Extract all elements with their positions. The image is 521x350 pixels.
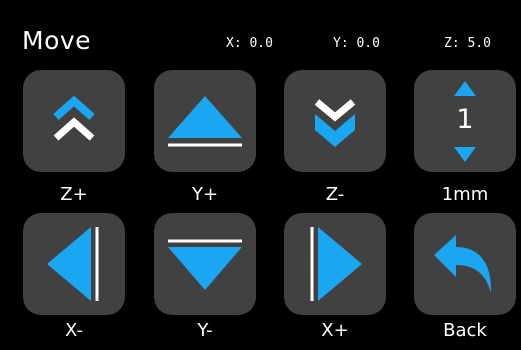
y-minus-button[interactable] [154,213,256,315]
back-label: Back [443,320,487,341]
x-plus-button[interactable] [284,213,386,315]
y-minus-label: Y- [197,320,213,341]
x-minus-label: X- [65,320,83,341]
triangle-left-icon [47,227,99,301]
y-plus-label: Y+ [191,184,219,205]
z-minus-label: Z- [325,184,345,205]
z-position-readout: Z: 5.0 [444,36,491,51]
x-plus-label: X+ [321,320,349,341]
step-size-label: 1mm [441,184,489,205]
page-title: Move [22,26,92,55]
back-button[interactable] [414,213,516,315]
z-plus-label: Z+ [60,184,88,205]
double-chevron-up-icon [53,95,95,141]
triangle-down-icon [168,239,242,290]
back-arrow-icon [434,235,492,293]
double-chevron-down-icon [314,99,356,147]
triangle-right-icon [310,227,362,301]
arrow-down-icon [454,147,476,162]
z-minus-button[interactable] [284,70,386,172]
move-screen: Move X: 0.0 Y: 0.0 Z: 5.0 Z+ Y+ Z- 1 1mm [0,0,521,350]
step-size-value: 1 [456,104,474,135]
y-plus-button[interactable] [154,70,256,172]
y-position-readout: Y: 0.0 [333,36,380,51]
triangle-up-icon [168,96,242,147]
step-size-button[interactable]: 1 [414,70,516,172]
x-minus-button[interactable] [23,213,125,315]
z-plus-button[interactable] [23,70,125,172]
arrow-up-icon [454,81,476,96]
x-position-readout: X: 0.0 [226,36,273,51]
